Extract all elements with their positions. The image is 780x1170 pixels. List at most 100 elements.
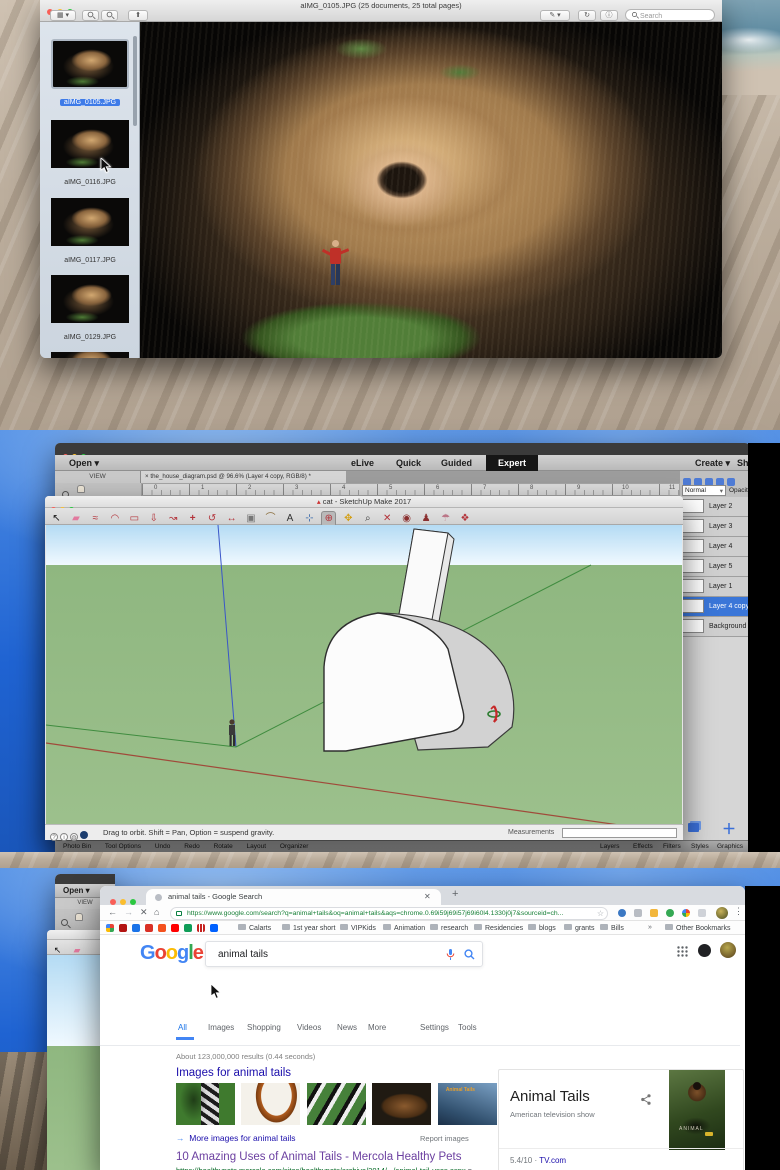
tab-guided[interactable]: Guided bbox=[441, 458, 472, 468]
bookmark-favicon-dropbox[interactable] bbox=[210, 924, 218, 932]
thumbnail-item[interactable]: aIMG_0116.JPG bbox=[48, 120, 132, 189]
bookmark-favicon[interactable] bbox=[184, 924, 192, 932]
bookmark-star-icon[interactable]: ☆ bbox=[597, 908, 604, 920]
extension-icon[interactable] bbox=[618, 909, 626, 917]
stop-reload-icon[interactable]: ✕ bbox=[140, 907, 148, 918]
thumbnail-item[interactable]: aIMG_0129.JPG bbox=[48, 275, 132, 344]
bookmark-favicon[interactable] bbox=[197, 924, 205, 932]
tab-expert-active[interactable]: Expert bbox=[486, 455, 538, 471]
layer-row[interactable]: Layer 1 bbox=[680, 577, 750, 597]
rotate-button[interactable]: Rotate bbox=[214, 843, 233, 850]
hand-tool-icon[interactable] bbox=[75, 913, 83, 921]
layer-row-selected[interactable]: Layer 4 copy bbox=[680, 597, 750, 617]
bookmark-folder[interactable]: Animation bbox=[383, 924, 425, 932]
image-result-thumbnail-cover[interactable]: Animal Tails bbox=[438, 1083, 497, 1125]
home-icon[interactable]: ⌂ bbox=[154, 907, 159, 917]
share-icon[interactable] bbox=[641, 1094, 651, 1105]
thumbnail-image[interactable] bbox=[51, 198, 129, 246]
result-options-caret[interactable]: ▾ bbox=[468, 1166, 472, 1170]
extension-icon[interactable] bbox=[666, 909, 674, 917]
nav-tab-more[interactable]: More bbox=[368, 1023, 386, 1032]
thumbnail-item[interactable]: aIMG_0117.JPG bbox=[48, 198, 132, 267]
bookmark-folder[interactable]: VIPKids bbox=[340, 924, 376, 932]
markup-button[interactable]: ✎ ▾ bbox=[540, 10, 570, 21]
zoom-in-button[interactable] bbox=[101, 10, 118, 21]
nav-settings[interactable]: Settings bbox=[420, 1023, 449, 1032]
layer-row[interactable]: Layer 4 bbox=[680, 537, 750, 557]
layer-lock-icon[interactable] bbox=[727, 478, 735, 486]
share-button-partial[interactable]: Sh bbox=[737, 458, 749, 468]
nav-tab-shopping[interactable]: Shopping bbox=[247, 1023, 281, 1032]
apps-grid-icon[interactable] bbox=[677, 946, 688, 957]
zoom-tool-icon[interactable] bbox=[61, 919, 68, 926]
bookmark-favicon[interactable] bbox=[132, 924, 140, 932]
help-icon[interactable]: ? bbox=[50, 833, 58, 841]
knowledge-panel-image[interactable]: ANIMAL bbox=[669, 1070, 725, 1150]
nav-tab-videos[interactable]: Videos bbox=[297, 1023, 321, 1032]
styles-icon[interactable] bbox=[688, 823, 699, 832]
account-avatar[interactable] bbox=[720, 942, 736, 958]
measurements-input[interactable] bbox=[562, 828, 677, 838]
bookmark-folder[interactable]: grants bbox=[564, 924, 594, 932]
thumbnail-image[interactable] bbox=[51, 39, 129, 89]
open-button[interactable]: Open ▾ bbox=[69, 458, 99, 469]
bookmark-folder[interactable]: research bbox=[430, 924, 468, 932]
image-result-thumbnail[interactable] bbox=[372, 1083, 431, 1125]
thumbnail-image-partial[interactable] bbox=[51, 352, 129, 358]
document-tab[interactable]: × the_house_diagram.psd @ 96.6% (Layer 4… bbox=[141, 471, 346, 483]
bookmark-folder[interactable]: Bills bbox=[600, 924, 624, 932]
hand-tool-icon[interactable] bbox=[77, 485, 85, 493]
thumbnail-image[interactable] bbox=[51, 275, 129, 323]
layer-row[interactable]: Layer 3 bbox=[680, 517, 750, 537]
search-query[interactable]: animal tails bbox=[218, 949, 268, 960]
tool-options-button[interactable]: Tool Options bbox=[105, 843, 141, 850]
thumbnail-label[interactable]: aIMG_0117.JPG bbox=[64, 257, 116, 264]
menu-dots-icon[interactable]: ⋮ bbox=[734, 906, 743, 917]
tab-quick[interactable]: Quick bbox=[396, 458, 421, 468]
nav-tab-news[interactable]: News bbox=[337, 1023, 357, 1032]
create-button[interactable]: Create ▾ bbox=[695, 458, 730, 469]
other-bookmarks-folder[interactable]: Other Bookmarks bbox=[665, 924, 730, 932]
profile-avatar[interactable] bbox=[716, 907, 728, 919]
nav-tools[interactable]: Tools bbox=[458, 1023, 477, 1032]
info-icon[interactable]: i bbox=[60, 833, 68, 841]
extension-icon[interactable] bbox=[634, 909, 642, 917]
layout-button[interactable]: Layout bbox=[247, 843, 267, 850]
bookmark-favicon-youtube[interactable] bbox=[171, 924, 179, 932]
thumbnail-label-selected[interactable]: aIMG_0105.JPG bbox=[60, 99, 120, 106]
extension-icon[interactable] bbox=[682, 909, 690, 917]
blend-mode-select[interactable]: Normal ▾ bbox=[682, 485, 726, 496]
thumbnail-label[interactable]: aIMG_0116.JPG bbox=[64, 179, 116, 186]
notifications-icon[interactable] bbox=[698, 944, 711, 957]
bookmark-folder[interactable]: blogs bbox=[528, 924, 556, 932]
layer-row[interactable]: Layer 2 bbox=[680, 497, 750, 517]
tab-elive[interactable]: eLive bbox=[351, 458, 374, 468]
undo-button[interactable]: Undo bbox=[155, 843, 171, 850]
zoom-out-button[interactable] bbox=[82, 10, 99, 21]
new-tab-button[interactable]: + bbox=[452, 888, 458, 900]
search-field[interactable]: Search bbox=[625, 9, 715, 21]
nav-tab-images[interactable]: Images bbox=[208, 1023, 234, 1032]
report-images-link[interactable]: Report images bbox=[420, 1134, 469, 1143]
image-result-thumbnail[interactable] bbox=[241, 1083, 300, 1125]
sidebar-view-button[interactable]: ▦ ▾ bbox=[50, 10, 76, 21]
image-result-thumbnail[interactable] bbox=[176, 1083, 235, 1125]
images-heading[interactable]: Images for animal tails bbox=[176, 1067, 291, 1079]
organizer-button[interactable]: Organizer bbox=[280, 843, 309, 850]
thumbnail-label[interactable]: aIMG_0129.JPG bbox=[64, 334, 116, 341]
more-images-link[interactable]: → More images for animal tails bbox=[176, 1133, 296, 1143]
thumbnail-image[interactable] bbox=[51, 120, 129, 168]
mic-icon[interactable] bbox=[446, 949, 455, 961]
redo-button[interactable]: Redo bbox=[184, 843, 200, 850]
nav-tab-all[interactable]: All bbox=[178, 1023, 187, 1032]
bookmark-favicon[interactable] bbox=[119, 924, 127, 932]
bookmark-favicon[interactable] bbox=[158, 924, 166, 932]
search-icon[interactable] bbox=[464, 949, 475, 960]
rotate-button[interactable]: ↻ bbox=[578, 10, 596, 21]
open-button[interactable]: Open ▾ bbox=[63, 886, 90, 895]
back-icon[interactable]: ← bbox=[108, 907, 117, 917]
sidebar-scrollbar[interactable] bbox=[133, 36, 137, 126]
thumbnail-item[interactable]: aIMG_0105.JPG bbox=[48, 39, 132, 109]
tab-close-icon[interactable]: ✕ bbox=[424, 889, 431, 905]
image-result-thumbnail[interactable] bbox=[307, 1083, 366, 1125]
